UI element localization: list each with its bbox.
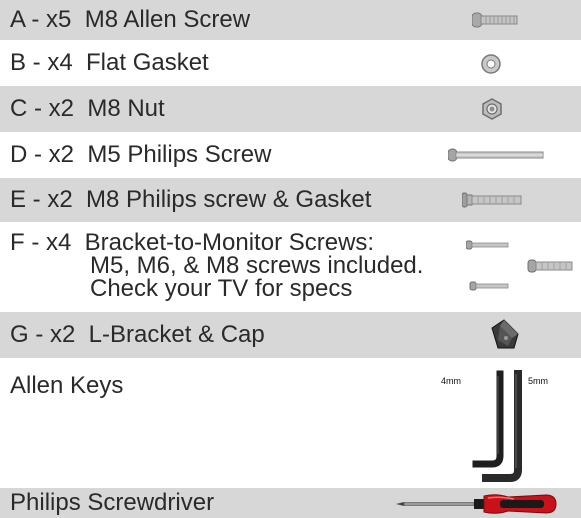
- part-label-f: F - x4 Bracket-to-Monitor Screws: M5, M6…: [10, 229, 424, 302]
- allen-keys-label: Allen Keys: [10, 372, 124, 399]
- allen-keys-icon: [472, 370, 522, 482]
- part-label-c: C - x2 M8 Nut: [10, 95, 165, 122]
- part-row-f: F - x4 Bracket-to-Monitor Screws: M5, M6…: [0, 222, 581, 312]
- screwdriver-label: Philips Screwdriver: [10, 489, 215, 516]
- part-row-a: A - x5 M8 Allen Screw: [0, 0, 581, 40]
- part-row-d: D - x2 M5 Philips Screw: [0, 132, 581, 178]
- part-row-g: G - x2 L-Bracket & Cap: [0, 312, 581, 358]
- part-row-allen-keys: Allen Keys 4mm 5mm: [0, 358, 581, 488]
- flat-gasket-icon: [481, 54, 501, 74]
- allen-key-size-5mm: 5mm: [528, 376, 548, 386]
- nut-icon: [482, 98, 502, 120]
- part-label-b: B - x4 Flat Gasket: [10, 49, 209, 76]
- part-row-e: E - x2 M8 Philips screw & Gasket: [0, 178, 581, 222]
- part-label-a: A - x5 M8 Allen Screw: [10, 6, 251, 33]
- bracket-screws-icon: [466, 240, 573, 291]
- long-screw-icon: [448, 148, 544, 162]
- part-label-f-line-3: Check your TV for specs: [90, 275, 353, 302]
- allen-key-size-4mm: 4mm: [441, 376, 461, 386]
- l-bracket-icon: [491, 319, 519, 349]
- part-label-e: E - x2 M8 Philips screw & Gasket: [10, 186, 372, 213]
- screwdriver-icon: [396, 494, 557, 514]
- part-label-d: D - x2 M5 Philips Screw: [10, 141, 272, 168]
- part-row-c: C - x2 M8 Nut: [0, 86, 581, 132]
- allen-screw-icon: [472, 12, 518, 28]
- parts-list: A - x5 M8 Allen Screw B - x4 Flat Gasket…: [0, 0, 581, 518]
- part-row-b: B - x4 Flat Gasket: [0, 40, 581, 86]
- part-label-f-line-1: F - x4 Bracket-to-Monitor Screws:: [10, 229, 375, 256]
- part-row-screwdriver: Philips Screwdriver: [0, 488, 581, 518]
- part-label-f-line-2: M5, M6, & M8 screws included.: [90, 252, 424, 279]
- screw-gasket-icon: [462, 192, 522, 208]
- bracket-screw-small-icon: [466, 240, 509, 250]
- part-label-g: G - x2 L-Bracket & Cap: [10, 321, 265, 348]
